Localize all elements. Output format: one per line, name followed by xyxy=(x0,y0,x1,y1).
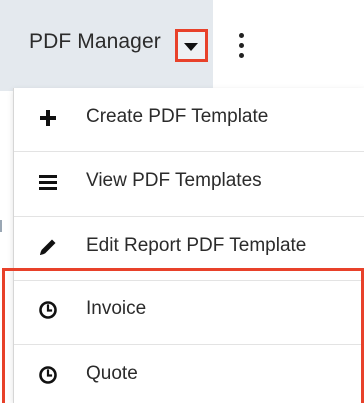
vertical-dots-icon xyxy=(239,43,244,48)
menu-item-create-pdf-template[interactable]: Create PDF Template xyxy=(14,88,364,148)
menu-item-view-pdf-templates[interactable]: View PDF Templates xyxy=(14,152,364,212)
vertical-dots-icon xyxy=(239,33,244,38)
menu-item-label: Quote xyxy=(86,363,138,384)
menu-item-label: Create PDF Template xyxy=(86,106,269,127)
pencil-icon xyxy=(40,239,56,255)
header-bar: PDF Manager xyxy=(0,0,364,91)
plus-icon xyxy=(40,110,56,126)
clock-icon xyxy=(39,301,57,319)
menu-item-invoice[interactable]: Invoice xyxy=(14,280,364,340)
pdf-manager-label: PDF Manager xyxy=(29,30,161,53)
menu-item-label: View PDF Templates xyxy=(86,170,262,191)
caret-down-icon xyxy=(184,43,198,51)
menu-item-quote[interactable]: Quote xyxy=(14,345,364,403)
vertical-dots-icon xyxy=(239,53,244,58)
list-icon xyxy=(39,175,57,190)
screenshot: PDF Manager Create PDF Template View PDF… xyxy=(0,0,364,403)
more-actions-button[interactable] xyxy=(238,33,246,59)
pdf-manager-tab[interactable]: PDF Manager xyxy=(0,0,213,91)
clock-icon xyxy=(39,366,57,384)
menu-item-edit-report-pdf-template[interactable]: Edit Report PDF Template xyxy=(14,217,364,277)
menu-item-label: Invoice xyxy=(86,298,147,319)
page-edge xyxy=(0,220,2,232)
menu-item-label: Edit Report PDF Template xyxy=(86,235,307,256)
dropdown-toggle-button[interactable] xyxy=(175,29,208,62)
pdf-manager-dropdown-menu: Create PDF Template View PDF Templates E… xyxy=(13,88,364,403)
